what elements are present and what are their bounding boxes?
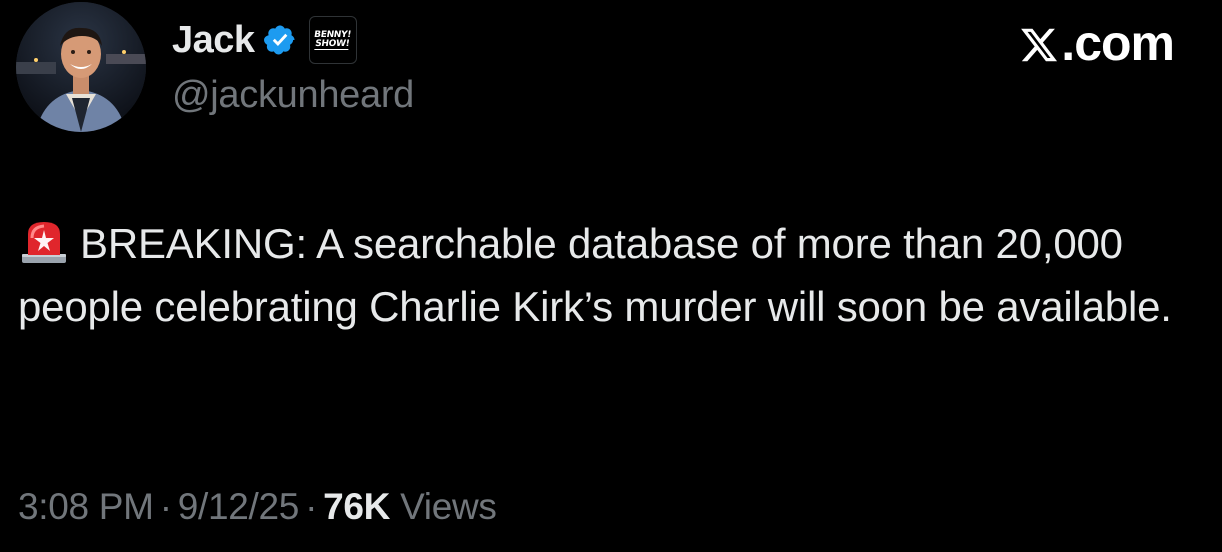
- views-count: 76K: [323, 486, 391, 527]
- author-name-row: Jack BENNY! SHOW!: [172, 14, 357, 66]
- meta-separator: ·: [305, 486, 318, 527]
- brand-domain-text: .com: [1061, 15, 1175, 71]
- affiliation-badge[interactable]: BENNY! SHOW!: [308, 16, 357, 64]
- tweet-text: BREAKING: A searchable database of more …: [18, 220, 1172, 330]
- avatar[interactable]: [16, 2, 146, 132]
- author-display-name[interactable]: Jack: [172, 19, 255, 62]
- tweet-card: Jack BENNY! SHOW! @jackunheard .com BREA…: [0, 0, 1222, 552]
- verified-badge-icon[interactable]: [263, 23, 297, 57]
- rotating-light-siren-icon: [18, 218, 70, 264]
- tweet-time[interactable]: 3:08 PM: [18, 486, 154, 527]
- x-logo-icon: [1019, 21, 1059, 65]
- author-handle[interactable]: @jackunheard: [172, 74, 414, 117]
- meta-separator: ·: [159, 486, 172, 527]
- brand-watermark: .com: [1019, 14, 1175, 72]
- tweet-body: BREAKING: A searchable database of more …: [18, 212, 1208, 338]
- affiliation-badge-line2: SHOW!: [314, 38, 351, 50]
- views-label: Views: [400, 486, 497, 527]
- tweet-date[interactable]: 9/12/25: [178, 486, 300, 527]
- tweet-meta: 3:08 PM · 9/12/25 · 76K Views: [18, 486, 497, 528]
- avatar-photo: [16, 2, 146, 132]
